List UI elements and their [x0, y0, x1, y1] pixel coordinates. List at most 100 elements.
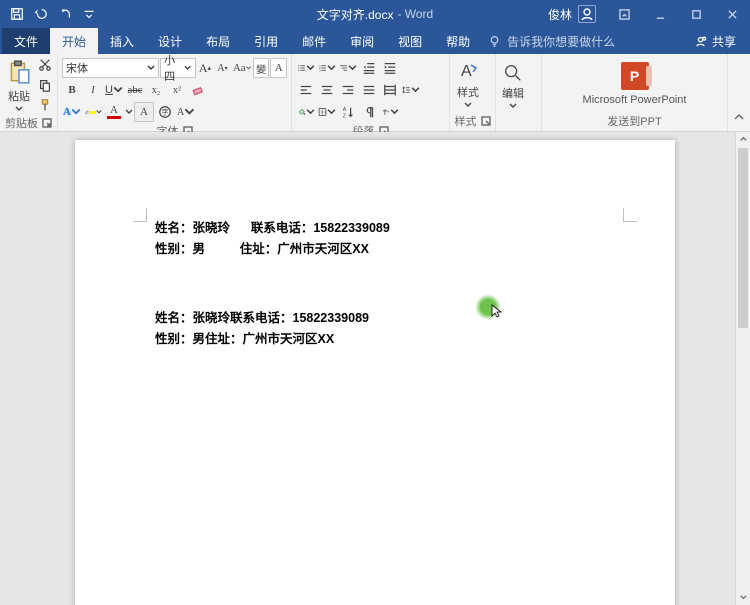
character-border-button[interactable]: A [270, 58, 287, 78]
ppt-group-label: 发送到PPT [607, 113, 661, 129]
share-label: 共享 [712, 33, 736, 50]
scroll-up-button[interactable] [736, 132, 750, 147]
grow-font-button[interactable]: A▴ [197, 58, 214, 78]
format-painter-button[interactable] [36, 96, 54, 114]
paste-label: 粘贴 [8, 88, 30, 104]
copy-button[interactable] [36, 76, 54, 94]
highlight-button[interactable] [83, 102, 103, 122]
outdent-icon [362, 61, 376, 75]
tab-references[interactable]: 引用 [242, 28, 290, 54]
change-case-button[interactable]: Aa [232, 58, 252, 78]
indent-icon [383, 61, 397, 75]
justify-button[interactable] [359, 80, 379, 100]
distributed-button[interactable] [380, 80, 400, 100]
text-effects-button[interactable]: A [62, 102, 82, 122]
increase-indent-button[interactable] [380, 58, 400, 78]
tab-layout[interactable]: 布局 [194, 28, 242, 54]
numbering-icon: 123 [318, 61, 327, 75]
tab-home[interactable]: 开始 [50, 28, 98, 54]
shading-button[interactable] [296, 102, 316, 122]
tab-file[interactable]: 文件 [2, 28, 50, 54]
align-right-button[interactable] [338, 80, 358, 100]
bucket-icon [297, 105, 306, 119]
cut-button[interactable] [36, 56, 54, 74]
editing-button[interactable]: 编辑 [500, 62, 526, 110]
show-marks-button[interactable] [359, 102, 379, 122]
strikethrough-button[interactable]: abc [125, 80, 145, 100]
chevron-down-icon[interactable] [125, 108, 133, 116]
asian-text-icon [381, 105, 390, 119]
decrease-indent-button[interactable] [359, 58, 379, 78]
undo-button[interactable] [30, 3, 52, 25]
tab-help[interactable]: 帮助 [434, 28, 482, 54]
align-center-button[interactable] [317, 80, 337, 100]
clipboard-dialog-launcher[interactable] [42, 118, 52, 128]
title-bar: 文字对齐.docx - Word 俊林 [0, 0, 750, 28]
align-right-icon [341, 83, 355, 97]
document-area[interactable]: 姓名：张晓玲 联系电话：15822339089 性别：男 住址：广州市天河区XX… [0, 132, 750, 605]
superscript-button[interactable]: x² [167, 80, 187, 100]
tab-view[interactable]: 视图 [386, 28, 434, 54]
maximize-button[interactable] [678, 0, 714, 28]
bullets-button[interactable] [296, 58, 316, 78]
align-center-icon [320, 83, 334, 97]
styles-icon: A [456, 59, 480, 83]
paste-icon [6, 57, 32, 87]
styles-button[interactable]: A 样式 [454, 59, 482, 109]
italic-button[interactable]: I [83, 80, 103, 100]
multilevel-icon [339, 61, 348, 75]
doc-block-2[interactable]: 姓名：张晓玲联系电话：15822339089 性别：男住址：广州市天河区XX [155, 308, 369, 351]
tab-mailings[interactable]: 邮件 [290, 28, 338, 54]
align-left-button[interactable] [296, 80, 316, 100]
styles-group-label: 样式 [455, 113, 477, 129]
font-size-combo[interactable]: 小四 [160, 58, 196, 78]
share-button[interactable]: 共享 [680, 28, 750, 54]
distribute-icon [383, 83, 397, 97]
tab-insert[interactable]: 插入 [98, 28, 146, 54]
vertical-scrollbar[interactable] [735, 132, 750, 605]
sort-button[interactable]: AZ [338, 102, 358, 122]
svg-text:字: 字 [162, 108, 169, 117]
numbering-button[interactable]: 123 [317, 58, 337, 78]
enclose-characters-button[interactable]: 字 [155, 102, 175, 122]
ribbon-tabs: 文件 开始 插入 设计 布局 引用 邮件 审阅 视图 帮助 告诉我你想要做什么 … [0, 28, 750, 54]
save-button[interactable] [6, 3, 28, 25]
doc-block-1[interactable]: 姓名：张晓玲 联系电话：15822339089 性别：男 住址：广州市天河区XX [155, 218, 390, 261]
borders-button[interactable] [317, 102, 337, 122]
shrink-font-button[interactable]: A▾ [214, 58, 231, 78]
brush-icon [38, 98, 52, 112]
sort-icon: AZ [341, 105, 355, 119]
ribbon-display-options-button[interactable] [606, 0, 642, 28]
tab-design[interactable]: 设计 [146, 28, 194, 54]
font-family-value: 宋体 [66, 60, 88, 76]
minimize-button[interactable] [642, 0, 678, 28]
page[interactable]: 姓名：张晓玲 联系电话：15822339089 性别：男 住址：广州市天河区XX… [75, 140, 675, 605]
tab-review[interactable]: 审阅 [338, 28, 386, 54]
font-color-button[interactable]: A [104, 102, 124, 122]
bold-button[interactable]: B [62, 80, 82, 100]
tell-me-search[interactable]: 告诉我你想要做什么 [488, 28, 615, 54]
asian-typography-button[interactable] [380, 102, 400, 122]
scroll-thumb[interactable] [738, 148, 748, 328]
collapse-ribbon-button[interactable] [733, 112, 745, 127]
close-button[interactable] [714, 0, 750, 28]
redo-button[interactable] [54, 3, 76, 25]
underline-button[interactable]: U [104, 80, 124, 100]
clear-formatting-button[interactable] [188, 80, 208, 100]
font-family-combo[interactable]: 宋体 [62, 58, 159, 78]
paste-button[interactable]: 粘贴 [4, 57, 34, 113]
phonetic-guide-button[interactable]: 變 [253, 58, 270, 78]
send-to-ppt-button[interactable]: P Microsoft PowerPoint [581, 62, 689, 106]
subscript-button[interactable]: x₂ [146, 80, 166, 100]
account-button[interactable]: 俊林 [538, 5, 606, 23]
bullets-icon [297, 61, 306, 75]
asian-layout-button[interactable]: A [176, 102, 196, 122]
enclose-icon: 字 [158, 105, 172, 119]
multilevel-list-button[interactable] [338, 58, 358, 78]
justify-icon [362, 83, 376, 97]
character-shading-button[interactable]: A [134, 102, 154, 122]
scroll-down-button[interactable] [736, 590, 750, 605]
line-spacing-button[interactable] [401, 80, 421, 100]
styles-dialog-launcher[interactable] [481, 116, 491, 126]
qat-customize-button[interactable] [78, 3, 100, 25]
